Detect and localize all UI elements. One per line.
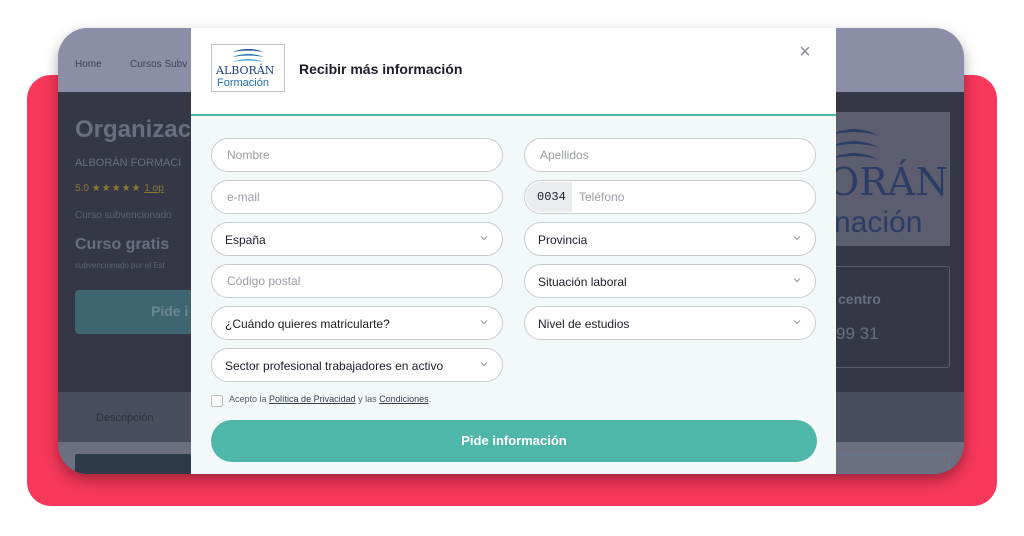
consent-checkbox[interactable] — [211, 395, 223, 407]
price-label: Curso gratis — [75, 236, 170, 253]
apellidos-input[interactable] — [525, 139, 815, 171]
info-request-modal: ALBORÁN Formación Recibir más informació… — [191, 28, 836, 474]
modal-header: ALBORÁN Formación Recibir más informació… — [191, 28, 836, 116]
employment-value: Situación laboral — [538, 275, 627, 289]
course-rating: 5.0 ★★★★★ 1 op — [75, 183, 164, 194]
employment-select[interactable]: Situación laboral — [524, 264, 816, 298]
education-select[interactable]: Nivel de estudios — [524, 306, 816, 340]
provider-name: ALBORÁN FORMACI — [75, 157, 182, 169]
logo-text-formacion: Formación — [217, 77, 269, 89]
stage: Home Cursos Subv Organizac ALBORÁN FORMA… — [0, 0, 1024, 536]
course-type: Curso subvencionado — [75, 210, 172, 221]
consent-middle: y las — [358, 394, 377, 404]
course-title: Organizac — [75, 116, 192, 143]
rating-value: 5.0 — [75, 183, 89, 194]
country-value: España — [225, 233, 266, 247]
breadcrumb-home[interactable]: Home — [75, 59, 102, 70]
video-thumbnail[interactable] — [75, 454, 191, 474]
email-field — [211, 180, 503, 214]
consent-text: Acepto la Política de Privacidad y las C… — [229, 394, 431, 404]
chevron-down-icon — [480, 362, 488, 367]
country-select[interactable]: España — [211, 222, 503, 256]
side-card — [820, 454, 950, 474]
contact-label: centro — [838, 291, 881, 307]
chevron-down-icon — [793, 278, 801, 283]
request-info-button-bg[interactable]: Pide i — [75, 290, 205, 334]
education-value: Nivel de estudios — [538, 317, 630, 331]
apellidos-field — [524, 138, 816, 172]
logo-text-alboran: ALBORÁN — [216, 64, 275, 77]
alboran-logo: ALBORÁN Formación — [211, 44, 285, 92]
logo-text-large-1: ORÁN — [828, 160, 949, 204]
logo-wave-icon — [232, 49, 264, 62]
nombre-field — [211, 138, 503, 172]
price-note: subvencionado por el Est — [75, 261, 165, 270]
submit-button[interactable]: Pide información — [211, 420, 817, 462]
rating-link[interactable]: 1 op — [144, 183, 163, 194]
chevron-down-icon — [793, 320, 801, 325]
province-select[interactable]: Provincia — [524, 222, 816, 256]
chevron-down-icon — [480, 236, 488, 241]
nombre-input[interactable] — [212, 139, 502, 171]
postal-code-field — [211, 264, 503, 298]
contact-box — [820, 266, 950, 368]
consent-suffix: . — [428, 394, 432, 404]
postal-code-input[interactable] — [212, 265, 502, 297]
tab-description[interactable]: Descripción — [96, 412, 153, 424]
privacy-policy-link[interactable]: Política de Privacidad — [269, 394, 356, 404]
conditions-link[interactable]: Condiciones — [379, 394, 429, 404]
logo-text-large-2: nación — [834, 206, 923, 239]
email-input[interactable] — [212, 181, 502, 213]
close-icon[interactable]: × — [793, 40, 817, 64]
province-value: Provincia — [538, 233, 588, 247]
modal-title: Recibir más información — [299, 61, 463, 77]
sector-select[interactable]: Sector profesional trabajadores en activ… — [211, 348, 503, 382]
star-icons: ★★★★★ — [91, 183, 142, 194]
chevron-down-icon — [793, 236, 801, 241]
breadcrumb-courses[interactable]: Cursos Subv — [130, 59, 187, 70]
sector-value: Sector profesional trabajadores en activ… — [225, 359, 444, 373]
chevron-down-icon — [480, 320, 488, 325]
contact-phone[interactable]: 99 31 — [836, 324, 879, 344]
enrollment-select[interactable]: ¿Cuándo quieres matricularte? — [211, 306, 503, 340]
enrollment-value: ¿Cuándo quieres matricularte? — [225, 317, 390, 331]
consent-prefix: Acepto la — [229, 394, 267, 404]
phone-prefix[interactable]: 0034 — [526, 182, 572, 212]
phone-field: 0034 — [524, 180, 816, 214]
